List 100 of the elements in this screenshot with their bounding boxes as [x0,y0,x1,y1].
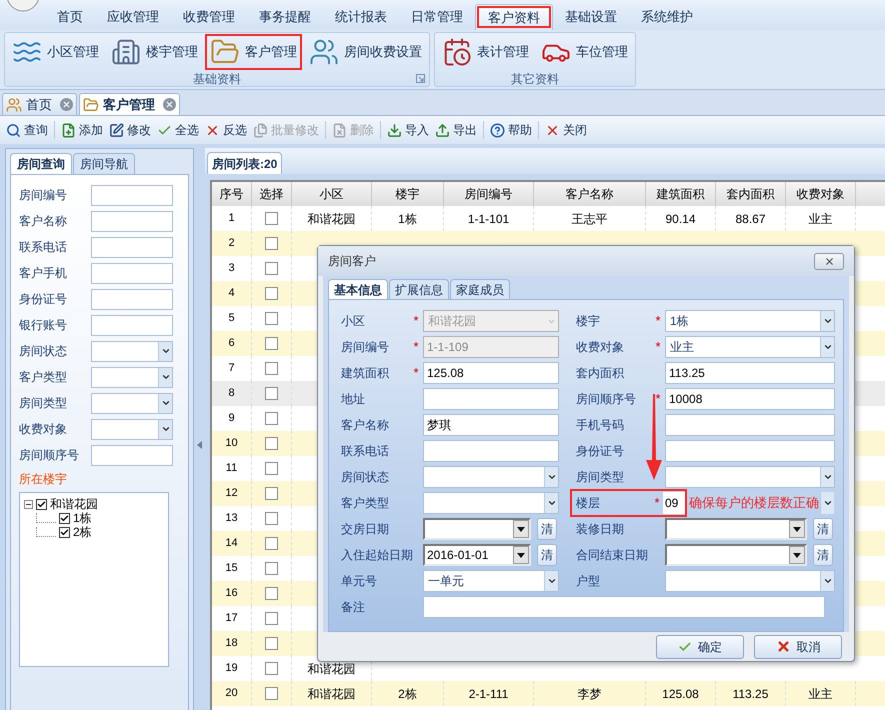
checkbox[interactable] [265,662,278,675]
checkbox[interactable] [265,687,278,700]
toolbar-button[interactable]: 查询 [3,121,51,139]
date-field[interactable] [423,518,531,540]
dropdown[interactable]: 一单元 [423,570,559,592]
menu-tab[interactable]: 统计报表 [323,4,399,30]
menu-tab[interactable]: 基础设置 [553,4,629,30]
clear-button[interactable]: 清 [537,518,557,540]
dialog-tab[interactable]: 家庭成员 [450,279,510,299]
add-icon [61,122,76,138]
toolbar-button[interactable]: 关闭 [542,121,590,139]
date-field[interactable] [665,518,807,540]
documents-icon [253,122,268,138]
toolbar-button[interactable]: 帮助 [487,121,535,139]
checkbox[interactable] [59,512,70,524]
checkbox[interactable] [59,526,70,538]
checkbox[interactable] [265,387,278,400]
dropdown[interactable]: 1栋 [665,310,835,332]
toolbar-button[interactable]: 反选 [202,121,250,139]
checkbox[interactable] [265,237,278,250]
menu-tab[interactable]: 系统维护 [629,4,705,30]
panel-tab[interactable]: 房间查询 [10,153,72,174]
tree-item[interactable]: 和谐花园 [50,498,98,510]
input-field[interactable]: 梦琪 [423,414,559,436]
toolbar-button[interactable]: 修改 [106,121,154,139]
input-field[interactable] [665,414,835,436]
dialog-tab[interactable]: 扩展信息 [389,279,449,299]
input-field[interactable] [423,388,559,410]
search-icon [6,122,21,138]
ribbon-button[interactable]: 客户管理 [205,34,302,70]
input-field[interactable] [91,210,173,232]
menu-tab[interactable]: 事务提醒 [247,4,323,30]
date-field[interactable] [665,544,807,566]
checkbox[interactable] [265,537,278,550]
checkbox[interactable] [265,437,278,450]
menu-tab[interactable]: 应收管理 [95,4,171,30]
ribbon-button[interactable]: 楼宇管理 [106,34,203,70]
clear-button[interactable]: 清 [813,518,833,540]
document-tab[interactable]: 首页 [2,93,77,115]
toolbar-button[interactable]: 添加 [58,121,106,139]
checkbox[interactable] [265,562,278,575]
checkbox[interactable] [265,212,278,225]
input-field[interactable] [91,262,173,284]
tree-item[interactable]: 2栋 [73,526,92,538]
input-field[interactable] [91,444,173,466]
menu-tab[interactable]: 客户资料 [475,4,553,30]
ribbon-button[interactable]: 房间收费设置 [304,34,427,70]
menu-tab[interactable]: 首页 [45,4,95,30]
collapse-arrow-icon[interactable] [197,441,202,449]
toolbar-button[interactable]: 导出 [432,121,480,139]
checkbox[interactable] [265,262,278,275]
checkbox[interactable] [265,587,278,600]
checkbox[interactable] [265,612,278,625]
menu-tab[interactable]: 收费管理 [171,4,247,30]
cancel-button[interactable]: 取消 [754,634,842,658]
date-field[interactable]: 2016-01-01 [423,544,531,566]
checkbox[interactable] [265,337,278,350]
checkbox[interactable] [265,362,278,375]
close-button[interactable] [814,252,844,270]
checkbox[interactable] [265,312,278,325]
close-tab-icon[interactable] [60,98,73,111]
list-tab[interactable]: 房间列表:20 [207,152,282,174]
checkbox[interactable] [265,512,278,525]
dialog-launcher-icon[interactable] [416,74,425,83]
input-field[interactable] [91,236,173,258]
checkbox[interactable] [265,287,278,300]
input-field[interactable] [423,440,559,462]
toolbar-button[interactable]: 导入 [384,121,432,139]
clear-button[interactable]: 清 [537,544,557,566]
ribbon-button[interactable]: 小区管理 [7,34,104,70]
checkbox[interactable] [265,637,278,650]
checkbox[interactable] [36,498,47,510]
field-label: 楼层 [576,495,600,512]
dialog-tab[interactable]: 基本信息 [328,279,388,299]
ribbon-button[interactable]: 表计管理 [437,34,534,70]
document-tab[interactable]: 客户管理 [79,93,180,115]
input-field[interactable] [665,440,835,462]
input-field[interactable] [91,314,173,336]
input-field[interactable]: 10008 [665,388,835,410]
checkbox[interactable] [265,487,278,500]
toolbar-button[interactable]: 全选 [154,121,202,139]
input-field[interactable] [91,184,173,206]
people-icon [6,96,22,112]
input-field[interactable]: 113.25 [665,362,835,384]
table-row[interactable]: 20 和谐花园 2栋 2-1-111 李梦 125.08 113.25 业主 [212,681,885,706]
remark-field[interactable] [423,596,825,618]
close-tab-icon[interactable] [163,98,176,111]
tree-item[interactable]: 1栋 [73,512,92,524]
checkbox[interactable] [265,412,278,425]
dropdown[interactable]: 业主 [665,336,835,358]
menu-tab[interactable]: 日常管理 [399,4,475,30]
ribbon-button[interactable]: 车位管理 [536,34,633,70]
checkbox[interactable] [265,462,278,475]
confirm-button[interactable]: 确定 [656,634,744,658]
clear-button[interactable]: 清 [813,544,833,566]
input-field[interactable] [91,288,173,310]
panel-tab[interactable]: 房间导航 [73,153,135,174]
floor-field[interactable]: 09 [663,492,685,514]
collapse-toggle-icon[interactable] [24,500,33,508]
input-field[interactable]: 125.08 [423,362,559,384]
